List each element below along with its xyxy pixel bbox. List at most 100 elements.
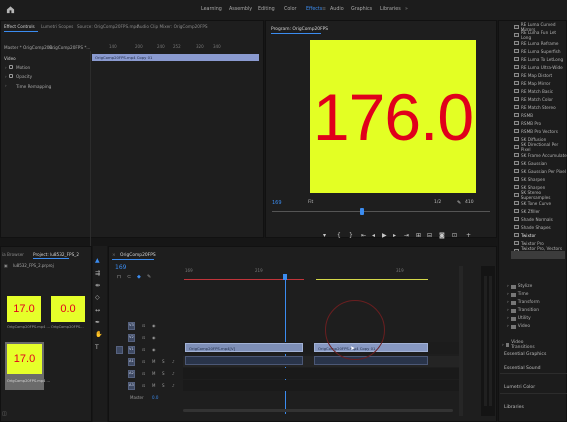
timeline-scrollbar[interactable]: [459, 266, 463, 416]
lock-icon[interactable]: ◫: [2, 411, 7, 417]
fit-select[interactable]: Fit: [308, 200, 313, 206]
source-patch[interactable]: [116, 322, 123, 330]
effect-item[interactable]: SK Tone Curve: [514, 199, 551, 207]
tab-audio-clip-mixer[interactable]: Audio Clip Mixer: OrigComp20FPS: [137, 24, 208, 29]
effect-item[interactable]: SK Zfiller: [514, 207, 540, 215]
solo-icon[interactable]: S: [162, 372, 165, 376]
ec-clip-bar[interactable]: OrigComp20FPS.mp4 Copy 01: [92, 54, 259, 61]
effect-item[interactable]: RE Map Distort: [514, 71, 552, 79]
expand-icon[interactable]: ›: [5, 83, 7, 88]
effect-folder[interactable]: › Utility: [507, 316, 531, 321]
timeline-ruler[interactable]: 169 219 319: [183, 266, 460, 278]
workspace-effects[interactable]: Effects: [306, 7, 322, 12]
audio-clip-a[interactable]: [185, 356, 303, 365]
effect-item[interactable]: Shade Normals: [514, 215, 553, 223]
lock-icon[interactable]: ⊡: [142, 372, 145, 376]
bin-label-2[interactable]: OrigComp20FPS...: [51, 325, 84, 329]
effect-item[interactable]: Shade Shapes: [514, 223, 551, 231]
effect-item[interactable]: SK Gaussian Per Pixel: [514, 167, 566, 175]
workspace-assembly[interactable]: Assembly: [229, 7, 252, 12]
param-time-remapping[interactable]: Time Remapping: [16, 84, 51, 89]
slip-tool-icon[interactable]: ↔: [95, 308, 101, 314]
track-header[interactable]: V2 ⊡ ◉: [114, 333, 180, 344]
effect-item[interactable]: SK Directional Per Pixel: [514, 142, 567, 152]
effect-folder[interactable]: › Time: [507, 292, 529, 297]
timeline-timecode[interactable]: 169: [115, 265, 126, 271]
track-header[interactable]: V1 ⊡ ◉: [114, 345, 180, 356]
program-scrubber[interactable]: [272, 211, 490, 212]
pen-tool-icon[interactable]: ✒: [95, 320, 101, 326]
effect-folder[interactable]: › Transition: [507, 308, 539, 313]
mute-icon[interactable]: M: [152, 384, 155, 388]
effect-item[interactable]: SK Gaussian: [514, 159, 547, 167]
lift-icon[interactable]: ⊞: [416, 232, 421, 239]
fx-badge-icon[interactable]: [9, 74, 13, 78]
lock-icon[interactable]: ⊡: [142, 336, 145, 340]
effect-item[interactable]: Twixtor: [514, 231, 536, 239]
panel-lumetri-color[interactable]: Lumetri Color: [504, 385, 535, 390]
lock-icon[interactable]: ⊡: [142, 384, 145, 388]
lock-icon[interactable]: ⊡: [142, 360, 145, 364]
tab-project[interactable]: Project: lu8532_FPS_2: [33, 252, 79, 257]
audio-clip-b[interactable]: [314, 356, 428, 365]
effect-item[interactable]: RE Luma Ultra-Wide: [514, 63, 563, 71]
tab-source[interactable]: Source: OrigComp20FPS.mp4: [77, 24, 139, 29]
voiceover-icon[interactable]: ♪: [172, 360, 175, 364]
program-title[interactable]: Program: OrigComp20FPS: [271, 27, 328, 32]
more-icon[interactable]: »: [405, 7, 408, 12]
tab-lumetri-scopes[interactable]: Lumetri Scopes: [41, 24, 73, 29]
param-opacity[interactable]: Opacity: [16, 74, 32, 79]
expand-icon[interactable]: ›: [5, 65, 7, 70]
workspace-menu-icon[interactable]: ≡: [322, 7, 326, 12]
effect-item[interactable]: RE Luma Fun Let Long: [514, 30, 567, 40]
bin-label-1[interactable]: OrigComp20FPS.mp4 ...: [7, 325, 50, 329]
workspace-graphics[interactable]: Graphics: [351, 7, 372, 12]
source-patch[interactable]: [116, 346, 123, 354]
source-patch[interactable]: [116, 370, 123, 378]
effect-item[interactable]: RE Luma Reframe: [514, 39, 559, 47]
mute-icon[interactable]: M: [152, 360, 155, 364]
master-volume[interactable]: 0.0: [152, 396, 158, 400]
workspace-libraries[interactable]: Libraries: [380, 7, 401, 12]
effect-item[interactable]: RE Luma Superfish: [514, 47, 561, 55]
panel-essential-sound[interactable]: Essential Sound: [504, 366, 541, 371]
wrench-icon[interactable]: ✎: [147, 275, 151, 280]
lock-icon[interactable]: ⊡: [142, 348, 145, 352]
workspace-editing[interactable]: Editing: [258, 7, 275, 12]
eye-icon[interactable]: ◉: [152, 324, 156, 328]
effect-item[interactable]: SK Sharpen: [514, 175, 545, 183]
workspace-color[interactable]: Color: [284, 7, 297, 12]
solo-icon[interactable]: S: [162, 360, 165, 364]
panel-essential-graphics[interactable]: Essential Graphics: [504, 352, 546, 357]
bin-thumb-2[interactable]: 0.0: [51, 296, 85, 322]
source-patch[interactable]: [116, 358, 123, 366]
bin-thumb-1[interactable]: 17.0: [7, 296, 41, 322]
solo-icon[interactable]: S: [162, 384, 165, 388]
effect-item[interactable]: RSMB Pro: [514, 119, 541, 127]
hand-tool-icon[interactable]: ✋: [95, 332, 102, 338]
lock-icon[interactable]: ⊡: [142, 324, 145, 328]
ripple-edit-icon[interactable]: ⇹: [95, 283, 101, 289]
quality-select[interactable]: 1/2: [434, 200, 441, 206]
effect-folder[interactable]: › Transform: [507, 300, 540, 305]
source-patch[interactable]: [116, 382, 123, 390]
tab-media-browser[interactable]: ia Browser: [2, 252, 24, 257]
effect-folder[interactable]: › Stylize: [507, 284, 532, 289]
workspace-learning[interactable]: Learning: [201, 7, 222, 12]
effect-folder[interactable]: › Video: [507, 324, 530, 329]
clip-a[interactable]: OrigComp20FPS.mp4[V]: [185, 343, 303, 352]
track-header[interactable]: A2 ⊡ M S ♪: [114, 369, 180, 380]
effect-item[interactable]: RE Luma To LetLong: [514, 55, 563, 63]
program-frame[interactable]: 176.0: [310, 40, 476, 193]
type-tool-icon[interactable]: T: [95, 345, 101, 351]
panel-libraries[interactable]: Libraries: [504, 405, 524, 410]
effect-item[interactable]: RE Map Mirror: [514, 79, 550, 87]
home-icon[interactable]: [6, 5, 15, 14]
sequence-clip-label[interactable]: OrigComp20FPS *...: [49, 45, 90, 50]
camera-icon[interactable]: ◙: [439, 232, 445, 239]
effect-item[interactable]: SK Frame Accumulate: [514, 151, 567, 159]
close-icon[interactable]: ×: [112, 253, 116, 258]
extract-icon[interactable]: ⊟: [427, 232, 432, 239]
voiceover-icon[interactable]: ♪: [172, 384, 175, 388]
go-to-in-icon[interactable]: }: [349, 232, 353, 239]
